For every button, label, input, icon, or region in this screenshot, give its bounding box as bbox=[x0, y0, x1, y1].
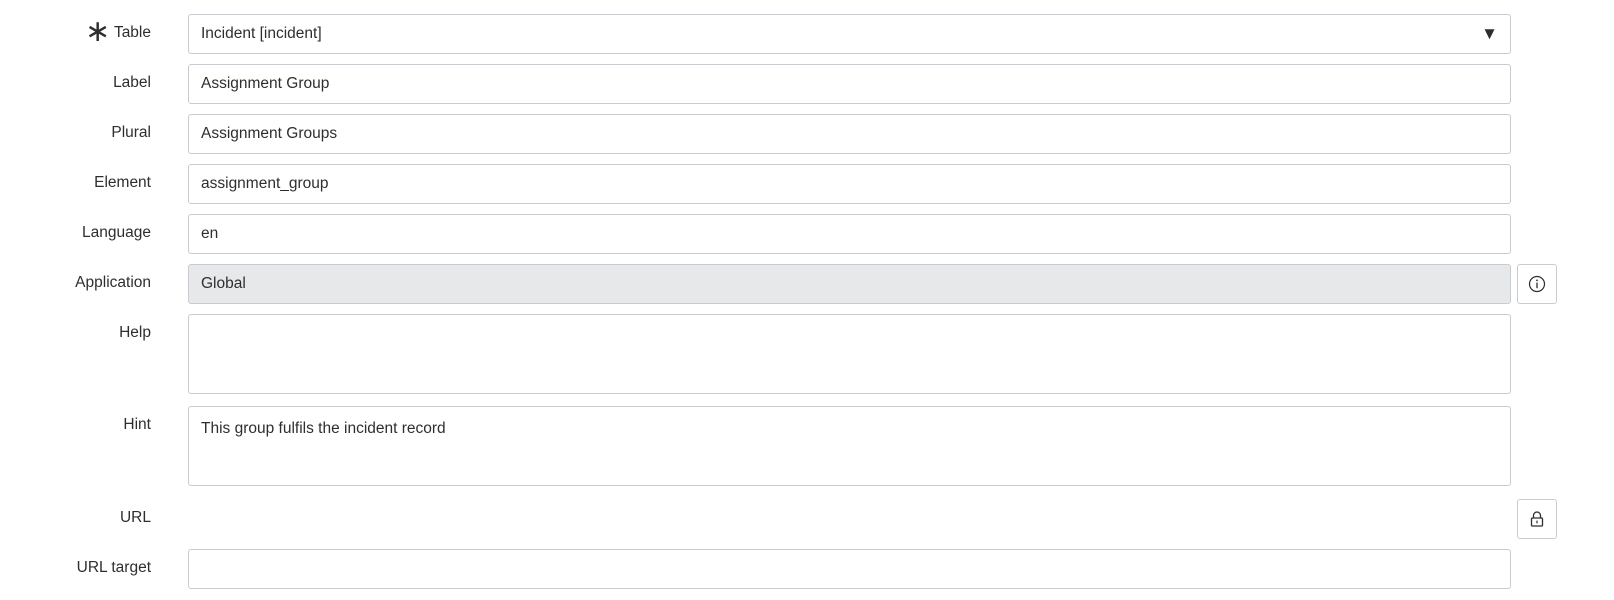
plural-label: Plural bbox=[111, 124, 151, 141]
table-select[interactable]: Incident [incident] ▼ bbox=[188, 14, 1511, 54]
lock-icon bbox=[1530, 511, 1544, 527]
table-label: Table bbox=[113, 24, 151, 41]
language-label: Language bbox=[82, 224, 151, 241]
application-label: Application bbox=[75, 274, 151, 291]
hint-label: Hint bbox=[123, 416, 151, 433]
application-info-button[interactable] bbox=[1517, 264, 1557, 304]
label-input[interactable]: Assignment Group bbox=[188, 64, 1511, 104]
language-input[interactable]: en bbox=[188, 214, 1511, 254]
help-label: Help bbox=[119, 324, 151, 341]
plural-input[interactable]: Assignment Groups bbox=[188, 114, 1511, 154]
info-circle-icon bbox=[1528, 275, 1546, 293]
application-input: Global bbox=[188, 264, 1511, 304]
mandatory-indicator: ∗ bbox=[85, 15, 111, 48]
element-label: Element bbox=[94, 174, 151, 191]
help-textarea[interactable] bbox=[188, 314, 1511, 394]
triangle-down-icon: ▼ bbox=[1481, 24, 1498, 43]
hint-textarea[interactable]: This group fulfils the incident record bbox=[188, 406, 1511, 486]
url-lock-button[interactable] bbox=[1517, 499, 1557, 539]
table-select-value: Incident [incident] bbox=[201, 25, 322, 42]
url-target-label: URL target bbox=[76, 559, 151, 576]
label-label: Label bbox=[113, 74, 151, 91]
element-input[interactable]: assignment_group bbox=[188, 164, 1511, 204]
url-target-input[interactable] bbox=[188, 549, 1511, 589]
url-label: URL bbox=[119, 509, 151, 526]
